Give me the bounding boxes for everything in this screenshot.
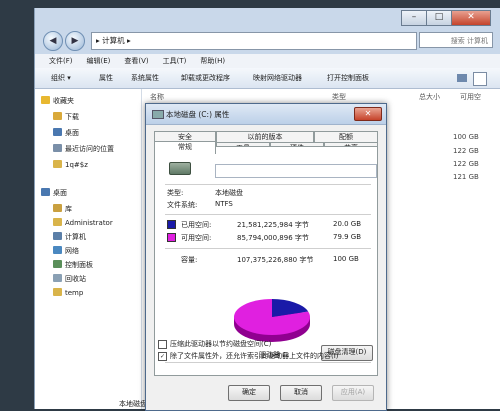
tab-previous-versions[interactable]: 以前的版本 xyxy=(216,131,314,142)
nav-item-network[interactable]: 网络 xyxy=(53,245,79,257)
preview-pane-icon[interactable] xyxy=(473,72,487,86)
menu-edit[interactable]: 编辑(E) xyxy=(87,54,111,68)
drive-icon xyxy=(152,110,164,119)
desktop-icon xyxy=(53,128,62,136)
menu-view[interactable]: 查看(V) xyxy=(124,54,148,68)
back-button[interactable]: ◀ xyxy=(43,31,63,51)
capacity-size: 100 GB xyxy=(333,255,359,263)
free-space-label: 可用空间: xyxy=(181,234,212,242)
drive-size-cell: 121 GB xyxy=(453,173,479,181)
drive-size-cell: 122 GB xyxy=(453,147,479,155)
file-system-label: 文件系统: xyxy=(167,201,198,209)
search-input[interactable]: 搜索 计算机 xyxy=(419,32,493,48)
user-folder-icon xyxy=(53,218,62,226)
nav-item-library[interactable]: 库 xyxy=(53,203,72,215)
command-bar: 组织 ▾ 属性 系统属性 卸载或更改程序 映射网络驱动器 打开控制面板 xyxy=(35,68,500,89)
divider xyxy=(165,362,371,363)
free-space-bytes: 85,794,000,896 字节 xyxy=(237,234,309,242)
index-contents-label: 除了文件属性外，还允许索引此驱动器上文件的内容(I) xyxy=(170,352,339,360)
menu-tools[interactable]: 工具(T) xyxy=(163,54,187,68)
tab-quota[interactable]: 配额 xyxy=(314,131,378,142)
used-space-label: 已用空间: xyxy=(181,221,212,229)
folder-icon xyxy=(53,288,62,296)
forward-button[interactable]: ▶ xyxy=(65,31,85,51)
drive-size-cell: 100 GB xyxy=(453,133,479,141)
dialog-title-bar[interactable]: 本地磁盘 (C:) 属性 ✕ xyxy=(146,104,386,125)
nav-item-downloads[interactable]: 下载 xyxy=(53,111,79,123)
nav-item-control-panel[interactable]: 控制面板 xyxy=(53,259,93,271)
hard-drive-icon xyxy=(169,162,191,175)
computer-icon xyxy=(53,232,62,240)
index-contents-checkbox[interactable]: ✓ xyxy=(158,352,167,361)
nav-item-recycle-bin[interactable]: 回收站 xyxy=(53,273,86,285)
nav-item-recent-places[interactable]: 最近访问的位置 xyxy=(53,143,114,155)
library-icon xyxy=(53,204,62,212)
dialog-close-button[interactable]: ✕ xyxy=(354,107,382,121)
column-header-type[interactable]: 类型 xyxy=(332,92,346,102)
divider xyxy=(165,184,371,185)
apply-button[interactable]: 应用(A) xyxy=(332,385,374,401)
properties-button[interactable]: 属性 xyxy=(99,68,113,88)
menu-bar: 文件(F) 编辑(E) 查看(V) 工具(T) 帮助(H) xyxy=(35,54,500,69)
used-space-swatch xyxy=(167,220,176,229)
address-text: ▸ 计算机 ▸ xyxy=(96,36,131,45)
capacity-bytes: 107,375,226,880 字节 xyxy=(237,256,314,264)
used-space-size: 20.0 GB xyxy=(333,220,362,228)
navigation-pane: 收藏夹 下载 桌面 最近访问的位置 1q#$z 桌面 库 Administrat… xyxy=(35,89,142,409)
organize-button[interactable]: 组织 ▾ xyxy=(51,68,71,88)
close-window-button[interactable]: ✕ xyxy=(451,10,491,26)
nav-item-administrator[interactable]: Administrator xyxy=(53,217,113,229)
cancel-button[interactable]: 取消 xyxy=(280,385,322,401)
recycle-bin-icon xyxy=(53,274,62,282)
type-value: 本地磁盘 xyxy=(215,189,243,197)
recent-places-icon xyxy=(53,144,62,152)
divider xyxy=(165,248,371,249)
divider xyxy=(165,214,371,215)
menu-file[interactable]: 文件(F) xyxy=(49,54,73,68)
address-bar[interactable]: ▸ 计算机 ▸ xyxy=(91,32,417,50)
ok-button[interactable]: 确定 xyxy=(228,385,270,401)
nav-item-computer[interactable]: 计算机 xyxy=(53,231,86,243)
used-space-bytes: 21,581,225,984 字节 xyxy=(237,221,309,229)
dialog-title: 本地磁盘 (C:) 属性 xyxy=(166,110,230,119)
free-space-swatch xyxy=(167,233,176,242)
view-options-icon[interactable] xyxy=(457,74,467,82)
open-control-panel-button[interactable]: 打开控制面板 xyxy=(327,68,369,88)
system-properties-button[interactable]: 系统属性 xyxy=(131,68,159,88)
control-panel-icon xyxy=(53,260,62,268)
minimize-button[interactable]: – xyxy=(401,10,427,26)
nav-item-folder-1q[interactable]: 1q#$z xyxy=(53,159,88,171)
column-header-free-space[interactable]: 可用空 xyxy=(460,92,481,102)
drive-properties-dialog: 本地磁盘 (C:) 属性 ✕ 安全 以前的版本 配额 常规 工具 硬件 共享 类… xyxy=(145,103,387,411)
network-icon xyxy=(53,246,62,254)
map-network-drive-button[interactable]: 映射网络驱动器 xyxy=(253,68,302,88)
type-label: 类型: xyxy=(167,189,184,197)
capacity-label: 容量: xyxy=(181,256,198,264)
compress-drive-checkbox[interactable] xyxy=(158,340,167,349)
nav-item-temp[interactable]: temp xyxy=(53,287,83,299)
window-controls: – □ ✕ xyxy=(401,10,491,26)
navigation-bar: ◀ ▶ ▸ 计算机 ▸ 搜索 计算机 xyxy=(35,28,500,54)
tab-general[interactable]: 常规 xyxy=(154,141,216,154)
nav-item-desktop[interactable]: 桌面 xyxy=(53,127,79,139)
folder-icon xyxy=(53,160,62,168)
file-system-value: NTFS xyxy=(215,200,233,208)
maximize-button[interactable]: □ xyxy=(426,10,452,26)
star-icon xyxy=(41,96,50,104)
desktop-icon xyxy=(41,188,50,196)
compress-drive-label: 压缩此驱动器以节约磁盘空间(C) xyxy=(170,340,272,348)
nav-item-desktop-root[interactable]: 桌面 xyxy=(41,187,67,199)
nav-item-favorites[interactable]: 收藏夹 xyxy=(41,95,74,107)
menu-help[interactable]: 帮助(H) xyxy=(200,54,225,68)
column-header-total-size[interactable]: 总大小 xyxy=(419,92,440,102)
search-placeholder: 搜索 计算机 xyxy=(450,37,488,45)
volume-label-input[interactable] xyxy=(215,164,377,178)
drive-size-cell: 122 GB xyxy=(453,160,479,168)
uninstall-program-button[interactable]: 卸载或更改程序 xyxy=(181,68,230,88)
column-header-name[interactable]: 名称 xyxy=(150,92,164,102)
free-space-size: 79.9 GB xyxy=(333,233,362,241)
download-folder-icon xyxy=(53,112,62,120)
